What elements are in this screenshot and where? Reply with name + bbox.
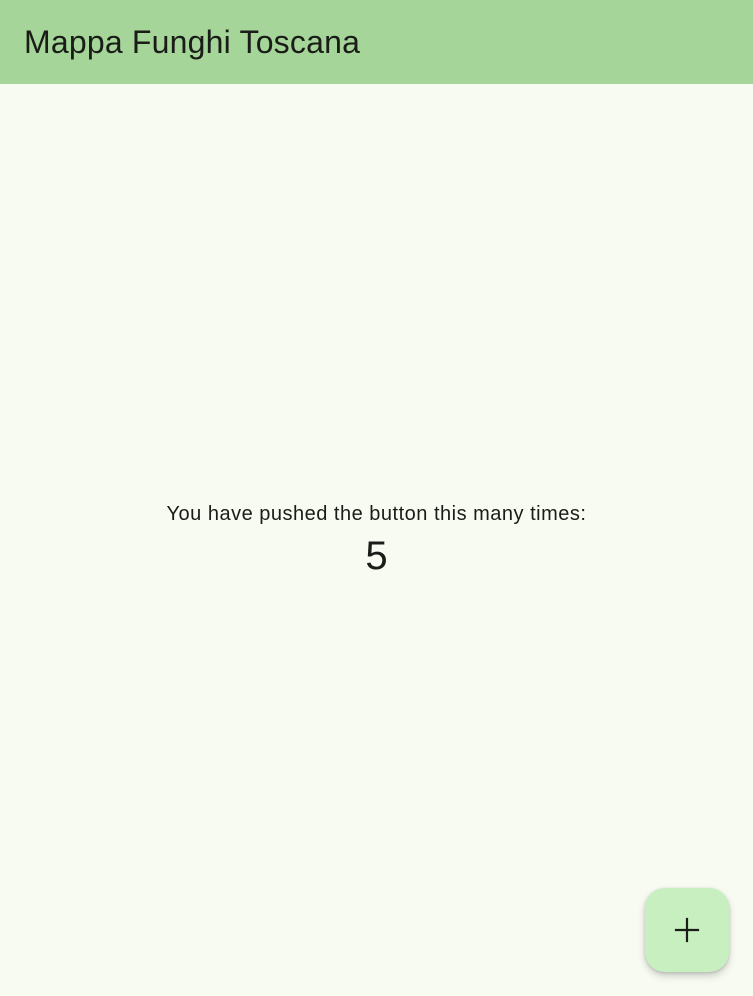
counter-section: You have pushed the button this many tim… [0, 498, 753, 582]
counter-message: You have pushed the button this many tim… [166, 503, 587, 525]
counter-value: 5 [365, 534, 388, 578]
increment-button[interactable] [645, 888, 729, 972]
add-icon [674, 917, 700, 943]
main-content: You have pushed the button this many tim… [0, 84, 753, 996]
app-bar: Mappa Funghi Toscana [0, 0, 753, 84]
app-title: Mappa Funghi Toscana [24, 24, 361, 60]
